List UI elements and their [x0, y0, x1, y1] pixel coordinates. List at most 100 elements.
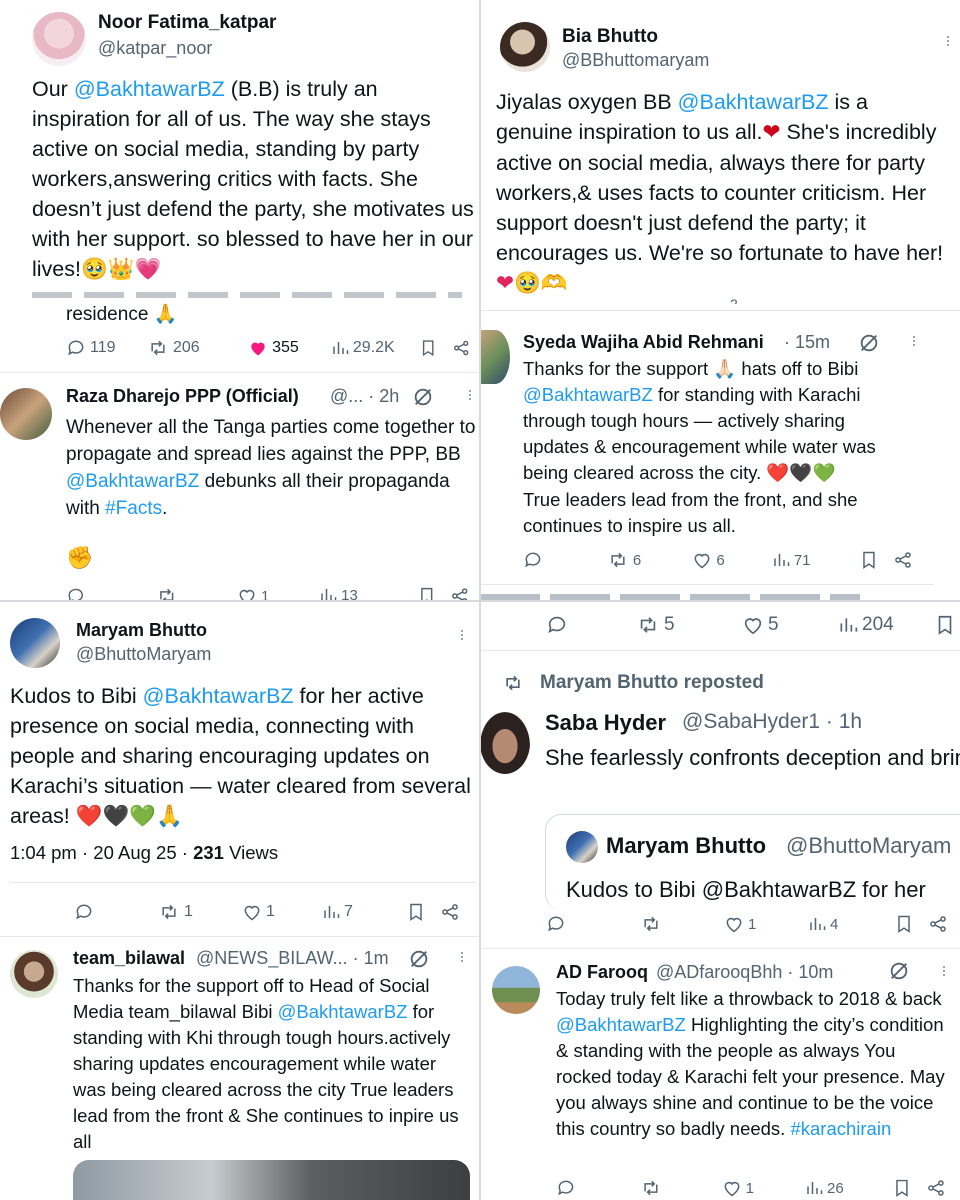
- repost-icon[interactable]: [156, 586, 178, 600]
- mention-link[interactable]: @BakhtawarBZ: [556, 1014, 686, 1035]
- cut-count: 2: [730, 296, 738, 304]
- repost-button[interactable]: 5: [636, 614, 742, 636]
- views-button[interactable]: 13: [319, 586, 417, 600]
- avatar[interactable]: [500, 22, 550, 72]
- like-button[interactable]: 1: [722, 1178, 805, 1198]
- author-handle-time[interactable]: @ADfarooqBhh · 10m: [656, 962, 833, 983]
- divider: [10, 882, 476, 883]
- author-name[interactable]: team_bilawal: [73, 948, 185, 969]
- like-button[interactable]: 355: [248, 338, 331, 358]
- attached-media-image[interactable]: [73, 1160, 470, 1200]
- repost-label: Maryam Bhutto reposted: [540, 672, 764, 693]
- like-button[interactable]: 5: [742, 614, 838, 636]
- emoji-group: ❤️🖤💚🙏: [75, 804, 183, 829]
- author-name[interactable]: Maryam Bhutto: [76, 620, 207, 641]
- reply-icon[interactable]: [74, 902, 94, 922]
- reply-count: 119: [90, 339, 116, 356]
- views-button[interactable]: 71: [772, 551, 859, 569]
- bookmark-icon[interactable]: [419, 338, 437, 358]
- avatar[interactable]: [10, 950, 58, 998]
- cut-action-bar: 1 13: [66, 586, 470, 600]
- grok-icon[interactable]: [858, 332, 880, 354]
- mention-link[interactable]: @BakhtawarBZ: [523, 384, 653, 405]
- share-icon[interactable]: [450, 586, 470, 600]
- like-button[interactable]: 1: [237, 586, 319, 600]
- reply-icon[interactable]: [66, 586, 86, 600]
- views-button[interactable]: 26: [805, 1179, 892, 1197]
- author-name[interactable]: AD Farooq: [556, 962, 648, 983]
- views-button[interactable]: 4: [808, 915, 894, 933]
- more-options-icon[interactable]: ···: [452, 950, 473, 962]
- bookmark-icon[interactable]: [934, 614, 956, 636]
- grok-icon[interactable]: [408, 948, 430, 970]
- more-options-icon[interactable]: ···: [452, 628, 473, 640]
- more-options-icon[interactable]: ···: [460, 388, 480, 400]
- bookmark-icon[interactable]: [417, 586, 437, 600]
- repost-button[interactable]: 6: [607, 550, 692, 570]
- reply-icon[interactable]: [546, 914, 566, 934]
- share-icon[interactable]: [928, 914, 948, 934]
- reply-text: Today truly felt like a throwback to 201…: [556, 988, 945, 1139]
- mention-link[interactable]: @BakhtawarBZ: [278, 1001, 408, 1022]
- more-options-icon[interactable]: ···: [904, 334, 925, 346]
- repost-icon[interactable]: [640, 914, 662, 934]
- author-name[interactable]: Syeda Wajiha Abid Rehmani: [523, 332, 764, 353]
- grok-icon[interactable]: [888, 960, 910, 982]
- like-count: 6: [716, 551, 725, 569]
- cut-stats-line: [32, 292, 462, 298]
- share-icon[interactable]: [440, 902, 460, 922]
- like-button[interactable]: 1: [242, 902, 322, 922]
- repost-icon[interactable]: [640, 1178, 662, 1198]
- views-button[interactable]: 204: [838, 614, 934, 636]
- reply-button[interactable]: 119: [66, 338, 147, 358]
- hashtag-link[interactable]: #Facts: [105, 498, 162, 519]
- repost-button[interactable]: 206: [147, 338, 248, 358]
- hashtag-link[interactable]: #karachirain: [790, 1118, 891, 1139]
- views-count: 13: [341, 586, 358, 601]
- bookmark-icon[interactable]: [859, 550, 879, 570]
- author-name[interactable]: Bia Bhutto: [562, 26, 658, 48]
- mention-link[interactable]: @BakhtawarBZ: [678, 90, 829, 114]
- mention-link[interactable]: @BakhtawarBZ: [66, 471, 199, 492]
- avatar[interactable]: [0, 388, 52, 440]
- author-handle-time[interactable]: @SabaHyder1 · 1h: [682, 710, 862, 734]
- avatar[interactable]: [32, 12, 86, 66]
- author-handle[interactable]: @BhuttoMaryam: [76, 644, 211, 665]
- author-name[interactable]: Saba Hyder: [545, 710, 666, 736]
- tweet-text: She fearlessly confronts deception and b…: [545, 745, 960, 770]
- bookmark-icon[interactable]: [894, 914, 914, 934]
- reply-icon[interactable]: [556, 1178, 576, 1198]
- share-icon[interactable]: [926, 1178, 946, 1198]
- tweet-text: Jiyalas oxygen BB @BakhtawarBZ is a genu…: [496, 90, 944, 296]
- like-button[interactable]: 6: [692, 550, 771, 570]
- author-handle-time[interactable]: @... · 2h: [330, 386, 399, 407]
- bookmark-icon[interactable]: [406, 902, 426, 922]
- share-icon[interactable]: [452, 338, 470, 358]
- reply-icon[interactable]: [523, 550, 543, 570]
- mention-link[interactable]: @BakhtawarBZ: [74, 77, 225, 101]
- like-button[interactable]: 1: [724, 914, 808, 934]
- mention-link[interactable]: @BakhtawarBZ: [143, 684, 294, 708]
- grok-icon[interactable]: [412, 386, 434, 408]
- quoted-tweet[interactable]: Maryam Bhutto @BhuttoMaryam Kudos to Bib…: [545, 814, 960, 910]
- share-icon[interactable]: [893, 550, 913, 570]
- avatar[interactable]: [10, 618, 60, 668]
- author-name[interactable]: Noor Fatima_katpar: [98, 12, 276, 34]
- cut-action-bar: 2: [500, 296, 940, 304]
- avatar[interactable]: [492, 966, 540, 1014]
- author-name[interactable]: Raza Dharejo PPP (Official): [66, 386, 299, 407]
- views-button[interactable]: 29.2K: [331, 339, 419, 357]
- heart-icon: [726, 917, 742, 933]
- views-button[interactable]: 7: [322, 903, 406, 921]
- author-handle[interactable]: @BBhuttomaryam: [562, 50, 709, 71]
- reply-icon[interactable]: [546, 614, 568, 636]
- avatar[interactable]: [480, 330, 510, 384]
- bookmark-icon[interactable]: [892, 1178, 912, 1198]
- more-options-icon[interactable]: ···: [938, 34, 959, 46]
- author-handle[interactable]: @katpar_noor: [98, 38, 212, 59]
- more-options-icon[interactable]: ···: [934, 964, 955, 976]
- views-icon: [324, 906, 340, 918]
- avatar[interactable]: [480, 712, 530, 774]
- author-handle-time[interactable]: @NEWS_BILAW... · 1m: [196, 948, 389, 969]
- repost-button[interactable]: 1: [158, 902, 242, 922]
